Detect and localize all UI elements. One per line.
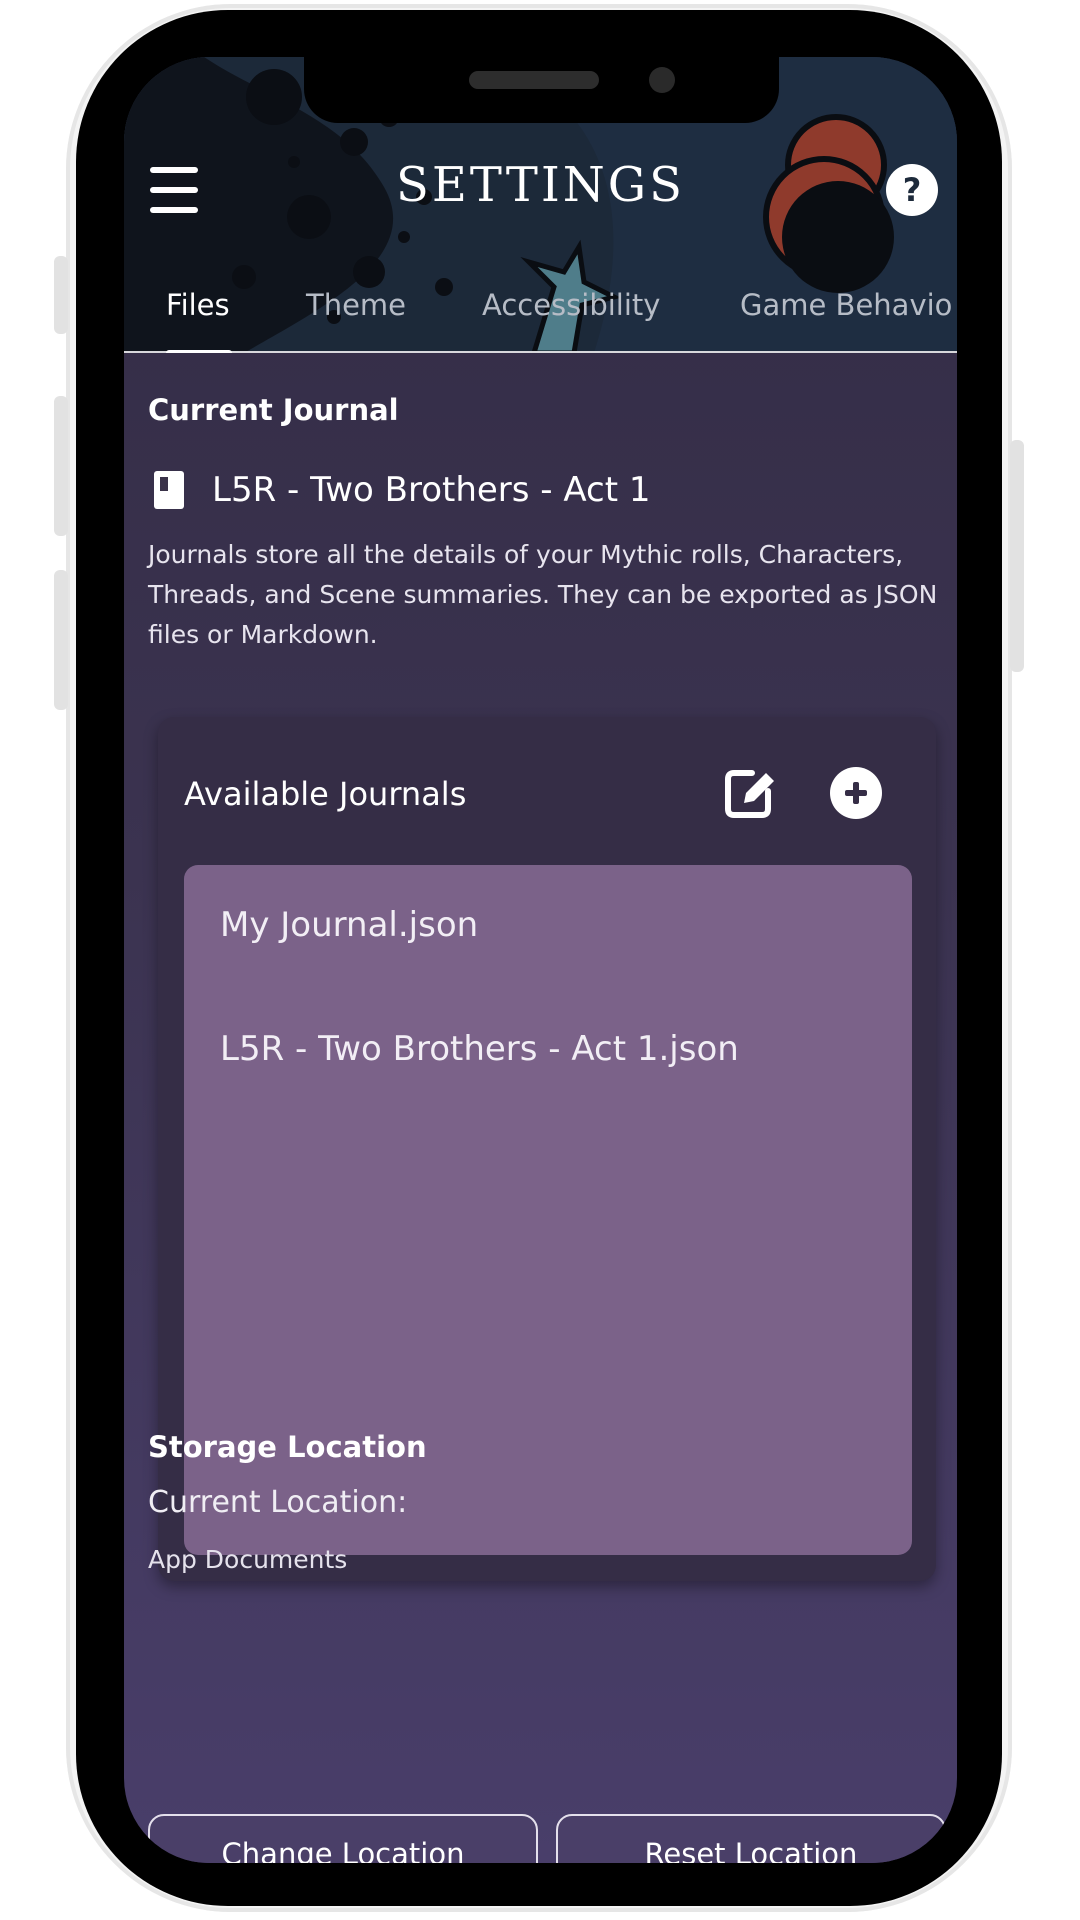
edit-icon[interactable] [722, 763, 778, 819]
available-journals-heading: Available Journals [184, 775, 467, 813]
phone-volume-up [54, 396, 68, 536]
current-location-label: Current Location: [148, 1485, 408, 1520]
add-circle-icon[interactable] [830, 767, 882, 819]
phone-silent-switch [54, 256, 68, 334]
settings-tabs: Files Theme Accessibility Game Behavio [124, 275, 957, 350]
current-journal-heading: Current Journal [148, 393, 399, 427]
tab-files[interactable]: Files [166, 275, 230, 350]
journal-list-item-1[interactable]: My Journal.json [220, 905, 478, 945]
help-icon[interactable]: ? [886, 164, 938, 216]
tab-theme[interactable]: Theme [306, 275, 406, 350]
page-title: SETTINGS [395, 157, 686, 213]
journal-description: Journals store all the details of your M… [148, 540, 938, 649]
front-camera [649, 67, 675, 93]
tab-game-behavior[interactable]: Game Behavio [740, 275, 952, 350]
app-screen: SETTINGS ? Files Theme Accessibility Gam… [124, 57, 957, 1863]
journal-list-item-2[interactable]: L5R - Two Brothers - Act 1.json [220, 1029, 739, 1069]
tab-accessibility[interactable]: Accessibility [482, 275, 660, 350]
current-journal-row: L5R - Two Brothers - Act 1 [154, 465, 651, 515]
tabs-divider [124, 351, 957, 353]
current-journal-name: L5R - Two Brothers - Act 1 [212, 470, 651, 510]
speaker-grille [469, 71, 599, 89]
phone-volume-down [54, 570, 68, 710]
active-tab-indicator [166, 350, 232, 353]
phone-power-button [1010, 440, 1024, 672]
reset-location-button[interactable]: Reset Location [556, 1814, 946, 1863]
storage-location-heading: Storage Location [148, 1430, 427, 1464]
phone-notch [304, 57, 779, 123]
change-location-button[interactable]: Change Location [148, 1814, 538, 1863]
current-location-value: App Documents [148, 1545, 348, 1574]
book-icon [154, 471, 184, 509]
